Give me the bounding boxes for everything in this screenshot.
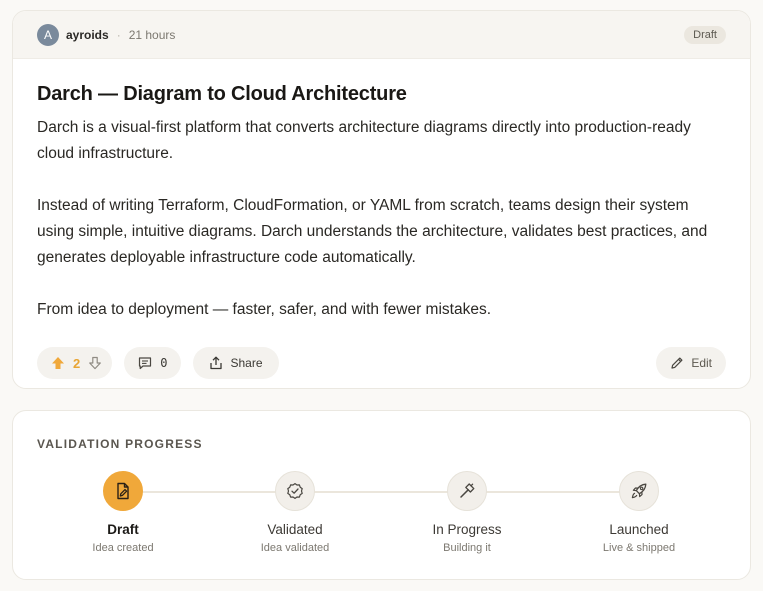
meta-separator: · bbox=[116, 27, 121, 42]
step-label: Validated bbox=[267, 522, 323, 537]
edit-label: Edit bbox=[691, 356, 712, 370]
post-time: 21 hours bbox=[128, 27, 176, 42]
post-body: Darch — Diagram to Cloud Architecture Da… bbox=[13, 59, 750, 323]
section-title: VALIDATION PROGRESS bbox=[37, 437, 203, 451]
progress-track bbox=[123, 491, 639, 493]
vote-count: 2 bbox=[73, 355, 81, 371]
pencil-icon bbox=[670, 356, 684, 370]
post-card: A ayroids · 21 hours Draft Darch — Diagr… bbox=[12, 10, 751, 389]
post-paragraph: From idea to deployment — faster, safer,… bbox=[37, 301, 492, 318]
post-title: Darch — Diagram to Cloud Architecture bbox=[37, 83, 407, 105]
post-paragraph: Instead of writing Terraform, CloudForma… bbox=[37, 197, 708, 266]
post-paragraph: Darch is a visual-first platform that co… bbox=[37, 119, 691, 162]
step-label: Launched bbox=[609, 522, 669, 537]
post-header: A ayroids · 21 hours Draft bbox=[13, 11, 750, 59]
step-in-progress: In Progress Building it bbox=[397, 471, 537, 554]
share-button[interactable]: Share bbox=[193, 347, 279, 379]
author-name[interactable]: ayroids bbox=[66, 28, 109, 42]
comment-icon bbox=[138, 356, 152, 370]
step-circle bbox=[447, 471, 487, 511]
vote-control: 2 bbox=[37, 347, 113, 379]
post-actions: 2 0 Share Edit bbox=[37, 347, 726, 379]
file-pen-icon bbox=[114, 482, 132, 500]
step-subtitle: Building it bbox=[443, 542, 491, 554]
comment-count: 0 bbox=[160, 356, 168, 370]
validation-progress-card: VALIDATION PROGRESS Draft Idea created V… bbox=[12, 410, 751, 580]
step-label: In Progress bbox=[432, 522, 502, 537]
step-launched: Launched Live & shipped bbox=[569, 471, 709, 554]
status-badge: Draft bbox=[684, 25, 726, 44]
step-subtitle: Idea created bbox=[92, 542, 154, 554]
avatar[interactable]: A bbox=[37, 23, 59, 46]
edit-button[interactable]: Edit bbox=[656, 347, 726, 379]
badge-check-icon bbox=[286, 482, 304, 500]
downvote-icon[interactable] bbox=[88, 356, 102, 370]
step-draft: Draft Idea created bbox=[53, 471, 193, 554]
step-validated: Validated Idea validated bbox=[225, 471, 365, 554]
step-circle bbox=[619, 471, 659, 511]
share-icon bbox=[209, 356, 223, 370]
hammer-icon bbox=[458, 482, 476, 500]
rocket-icon bbox=[630, 482, 648, 500]
comments-button[interactable]: 0 bbox=[124, 347, 182, 379]
step-circle bbox=[275, 471, 315, 511]
step-subtitle: Live & shipped bbox=[602, 542, 676, 554]
share-label: Share bbox=[230, 356, 263, 370]
step-label: Draft bbox=[107, 522, 139, 537]
step-subtitle: Idea validated bbox=[260, 542, 330, 554]
step-circle bbox=[103, 471, 143, 511]
upvote-icon[interactable] bbox=[51, 356, 65, 370]
